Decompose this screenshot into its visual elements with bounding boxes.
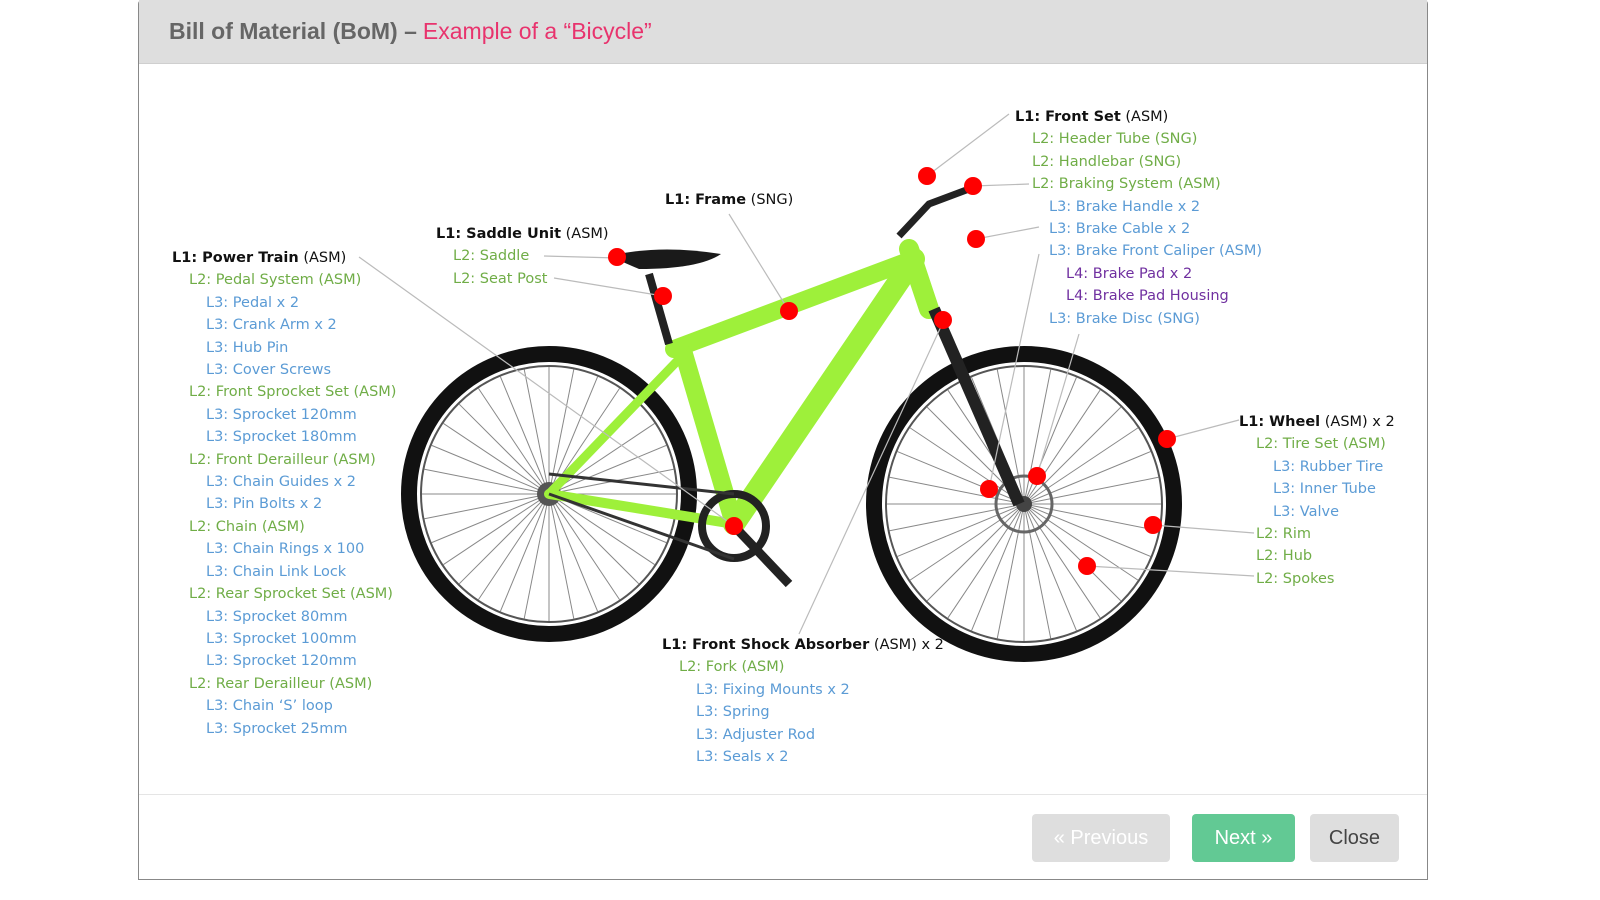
bom-item-l2: L2: Pedal System (ASM): [189, 272, 362, 289]
bom-item-l4: L4: Brake Pad x 2: [1066, 265, 1193, 282]
bom-item-l3: L3: Pedal x 2: [206, 294, 300, 311]
modal-footer: « Previous Next » Close: [139, 794, 1427, 881]
bom-item-l3: L3: Cover Screws: [206, 362, 332, 379]
spoke: [1023, 406, 1122, 505]
bom-item-l2: L2: Front Sprocket Set (ASM): [189, 384, 397, 401]
bom-item-l2: L2: Header Tube (SNG): [1032, 131, 1198, 148]
bom-item-l2: L2: Tire Set (ASM): [1256, 436, 1386, 453]
close-button[interactable]: Close: [1310, 814, 1399, 862]
bom-l1-suffix: (ASM): [298, 250, 347, 266]
next-button[interactable]: Next »: [1192, 814, 1295, 862]
bom-item-l3: L3: Brake Cable x 2: [1049, 221, 1191, 238]
bom-l1-label: L1: Saddle Unit: [436, 226, 562, 242]
bom-l1-suffix: (ASM) x 2: [1320, 414, 1395, 430]
bom-item-l2: L2: Saddle: [453, 248, 530, 265]
bom-l1-heading: L1: Frame (SNG): [665, 189, 793, 211]
bom-group-power-train: L1: Power Train (ASM) L2: Pedal System (A…: [172, 247, 396, 740]
bom-l1-label: L1: Power Train: [172, 250, 299, 266]
bom-item-l3: L3: Fixing Mounts x 2: [696, 681, 850, 698]
bom-group-front-set: L1: Front Set (ASM) L2: Header Tube (SNG)…: [1015, 106, 1262, 330]
handlebar: [896, 185, 971, 239]
bom-item-l3: L3: Sprocket 25mm: [206, 720, 348, 737]
bom-item-l2: L2: Rear Sprocket Set (ASM): [189, 586, 393, 603]
bom-item-l2: L2: Spokes: [1256, 570, 1335, 587]
bom-item-l3: L3: Rubber Tire: [1273, 458, 1384, 475]
bom-group-frame: L1: Frame (SNG): [665, 189, 793, 211]
bom-item-l3: L3: Sprocket 100mm: [206, 630, 357, 647]
modal-header: Bill of Material (BoM) – Example of a “B…: [139, 0, 1427, 64]
bom-l1-suffix: (ASM) x 2: [869, 637, 944, 653]
bom-item-l2: L2: Rim: [1256, 526, 1312, 543]
bom-item-l4: L4: Brake Pad Housing: [1066, 288, 1229, 305]
bom-item-l3: L3: Chain Link Lock: [206, 563, 347, 580]
bom-l1-suffix: (SNG): [746, 192, 794, 208]
bom-modal: Bill of Material (BoM) – Example of a “B…: [138, 0, 1428, 880]
bom-item-l3: L3: Adjuster Rod: [696, 726, 816, 743]
bom-item-l3: L3: Sprocket 80mm: [206, 608, 348, 625]
bom-item-l3: L3: Chain Guides x 2: [206, 474, 356, 491]
bom-l1-heading: L1: Front Shock Absorber (ASM) x 2: [662, 634, 944, 656]
bom-l1-label: L1: Front Shock Absorber: [662, 637, 870, 653]
bom-item-l3: L3: Crank Arm x 2: [206, 317, 337, 334]
bom-item-l2: L2: Seat Post: [453, 270, 548, 287]
bom-l1-heading: L1: Saddle Unit (ASM): [436, 223, 609, 245]
bom-item-l3: L3: Chain ‘S’ loop: [206, 698, 333, 715]
bom-l1-heading: L1: Front Set (ASM): [1015, 106, 1262, 128]
bom-item-l2: L2: Fork (ASM): [679, 659, 785, 676]
modal-body: L1: Power Train (ASM) L2: Pedal System (A…: [139, 64, 1427, 794]
seat-post: [645, 272, 673, 346]
bom-item-l2: L2: Chain (ASM): [189, 518, 305, 535]
spoke: [458, 493, 550, 585]
modal-title: Bill of Material (BoM) –: [169, 18, 417, 44]
bom-item-l2: L2: Braking System (ASM): [1032, 176, 1221, 193]
bom-item-l3: L3: Inner Tube: [1273, 481, 1376, 498]
bom-group-saddle-unit: L1: Saddle Unit (ASM) L2: Saddle L2: Seat …: [436, 223, 609, 290]
bom-item-l3: L3: Brake Disc (SNG): [1049, 310, 1200, 327]
bom-item-l3: L3: Hub Pin: [206, 339, 289, 356]
bom-item-l3: L3: Sprocket 120mm: [206, 653, 357, 670]
chain: [548, 472, 735, 496]
bom-item-l2: L2: Front Derailleur (ASM): [189, 451, 376, 468]
spoke: [458, 403, 550, 495]
front-wheel: [866, 346, 1182, 662]
bom-l1-label: L1: Frame: [665, 192, 747, 208]
modal-title-accent: Example of a “Bicycle”: [422, 18, 652, 44]
bom-item-l3: L3: Spring: [696, 704, 770, 721]
bom-item-l3: L3: Chain Rings x 100: [206, 541, 365, 558]
bom-l1-label: L1: Wheel: [1239, 414, 1321, 430]
bom-item-l3: L3: Brake Handle x 2: [1049, 198, 1201, 215]
saddle: [609, 249, 721, 269]
spoke: [926, 503, 1025, 602]
bom-group-wheel: L1: Wheel (ASM) x 2 L2: Tire Set (ASM) L3:…: [1239, 411, 1395, 590]
bom-l1-suffix: (ASM): [561, 226, 609, 242]
spoke: [1023, 503, 1122, 602]
bom-item-l3: L3: Seals x 2: [696, 749, 789, 766]
bom-item-l3: L3: Sprocket 120mm: [206, 406, 357, 423]
bom-l1-heading: L1: Wheel (ASM) x 2: [1239, 411, 1395, 433]
bom-l1-suffix: (ASM): [1120, 109, 1169, 125]
bom-item-l2: L2: Rear Derailleur (ASM): [189, 675, 373, 692]
bom-l1-heading: L1: Power Train (ASM): [172, 247, 396, 269]
bom-item-l3: L3: Brake Front Caliper (ASM): [1049, 243, 1262, 260]
bom-l1-label: L1: Front Set: [1015, 109, 1121, 125]
bom-item-l3: L3: Pin Bolts x 2: [206, 496, 323, 513]
bom-item-l3: L3: Sprocket 180mm: [206, 429, 357, 446]
bom-item-l2: L2: Hub: [1256, 548, 1313, 565]
bom-item-l2: L2: Handlebar (SNG): [1032, 153, 1182, 170]
bom-group-front-shock: L1: Front Shock Absorber (ASM) x 2 L2: Fo…: [662, 634, 944, 768]
previous-button[interactable]: « Previous: [1032, 814, 1170, 862]
bom-item-l3: L3: Valve: [1273, 503, 1340, 520]
